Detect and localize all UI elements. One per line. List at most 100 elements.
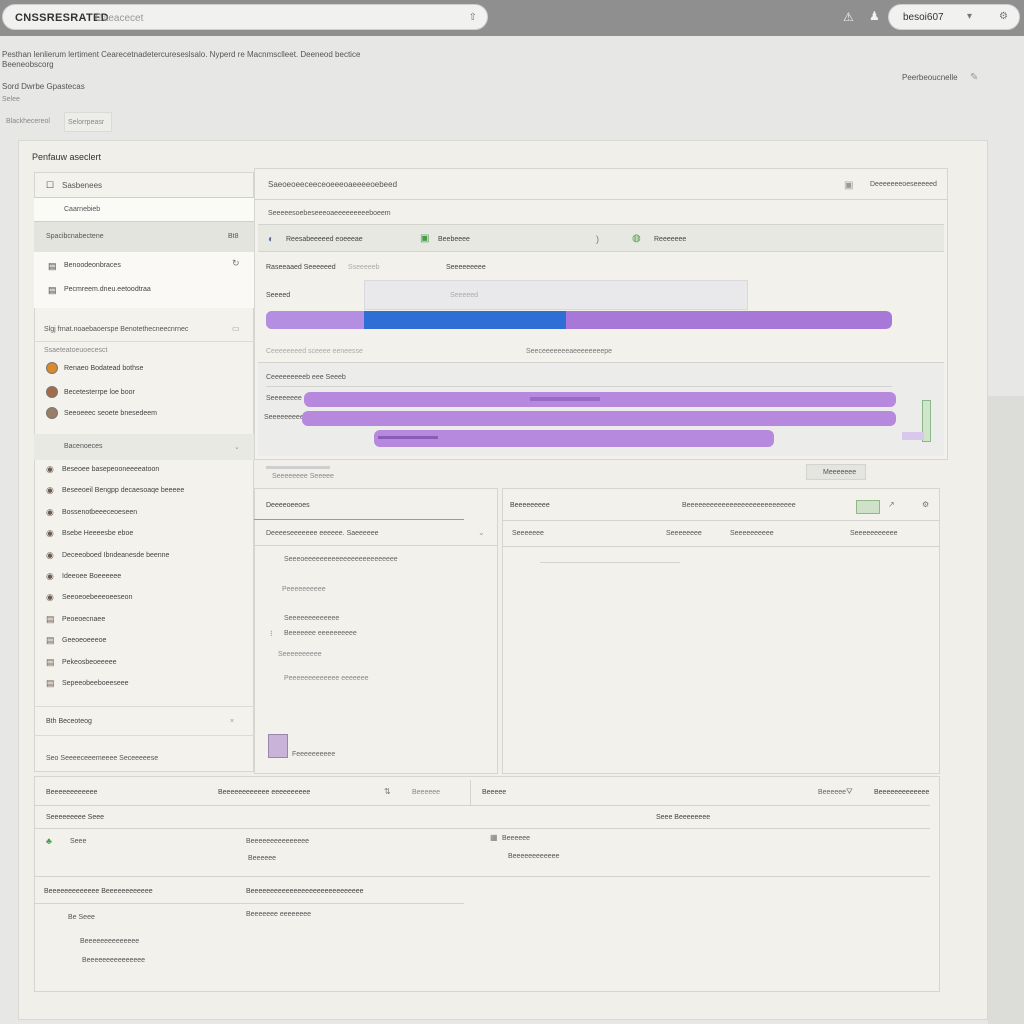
bottom-header: Beeeeeeeeeeeee — [874, 789, 930, 796]
avatar-icon: ◉ — [46, 485, 54, 496]
sidebar-item[interactable]: Deceeoboed Ibndeanesde beenne — [62, 552, 169, 559]
avatar-icon: ▤ — [46, 635, 55, 646]
legend-chip — [902, 432, 924, 440]
expand-icon[interactable]: ▭ — [232, 324, 240, 333]
card-line: Peeeeeeeeeeeee eeeeeee — [284, 675, 369, 682]
person-icon[interactable]: ♟ — [869, 9, 880, 23]
check-icon: ▣ — [420, 233, 430, 244]
group-badge: Bt8 — [228, 233, 239, 240]
globe-icon: ◍ — [632, 233, 641, 244]
header-line: Beeneobscorg — [2, 60, 54, 69]
tab-overview[interactable]: Reesabeeeeed eoeeeae — [286, 236, 363, 243]
doc-icon: ▤ — [48, 261, 57, 271]
card-line: Feeeeeeeeee — [292, 751, 336, 758]
bottom-header: Beeeeeeeeeeeee Beeeeeeeeeeee — [44, 888, 153, 895]
header-line: Pesthan lenlierum lertiment Cearecetnade… — [2, 50, 361, 59]
column-header: Seeeeeee — [512, 530, 544, 537]
search-bar[interactable]: CNSSRESRATED Gaeacecet ⇧ — [2, 4, 488, 30]
close-icon[interactable]: × — [230, 718, 234, 725]
avatar-icon: ◉ — [46, 571, 54, 581]
card-line: Seeeoeeeeeeeeeeeeeeeeeeeeeeee — [284, 556, 398, 563]
slider-track[interactable] — [266, 466, 330, 469]
sidebar-item[interactable]: Beseeoeil Bengpp decaesoaqe beeeee — [62, 487, 184, 494]
sidebar-group[interactable]: Spacibcnabectene Bt8 — [34, 222, 254, 252]
card-title: Beeeeeeeee — [510, 502, 550, 509]
chevron-down-icon[interactable]: ⌄ — [478, 528, 485, 537]
filter-icon[interactable]: ⛛ — [846, 787, 853, 797]
sidebar-icon: ☐ — [46, 180, 55, 190]
menu-icon[interactable]: ⚙ — [922, 500, 929, 509]
header-action[interactable]: Deeeeeeeoeseeeeed — [870, 181, 937, 188]
avatar-icon: ◉ — [46, 506, 54, 517]
calendar-icon[interactable]: ▣ — [844, 180, 853, 191]
grid-icon: ▦ — [490, 833, 498, 842]
more-button[interactable]: Meeeeeee — [806, 464, 866, 480]
footer-label: Seeeeeeee Seeeee — [272, 473, 334, 480]
column-header: Seeeeeeeeee — [730, 530, 774, 537]
bottom-row[interactable]: Beeeeeeeeeeeeeee — [82, 957, 145, 964]
chevron-down-icon[interactable]: ▾ — [967, 11, 972, 22]
expand-icon[interactable]: ⌄ — [234, 443, 240, 451]
series-marker — [378, 436, 438, 439]
series-marker — [530, 397, 600, 401]
header-link[interactable]: Peerbeoucnelle — [902, 73, 958, 82]
sidebar-group[interactable]: Slgj frnat.noaebaoerspe Benotethecneecnr… — [34, 318, 254, 342]
chevron-icon[interactable]: ) — [596, 234, 599, 244]
bottom-row[interactable]: Be Seee — [68, 914, 95, 921]
side-scroll-strip[interactable] — [988, 396, 1024, 1024]
sidebar-item[interactable]: Seeoeeec seoete bnesedeem — [64, 410, 157, 417]
series-bar — [302, 411, 896, 426]
bottom-item: Beeeeee — [502, 835, 531, 842]
sidebar-group[interactable]: Bacenoeces ⌄ — [34, 434, 254, 460]
tab-third[interactable]: Reeeeeee — [654, 236, 686, 243]
column-header: Seeeeeeeeeee — [850, 530, 898, 537]
settings-icon[interactable]: ⚙ — [999, 11, 1008, 22]
file-icon[interactable] — [268, 734, 288, 758]
panel-title: Penfauw aseclert — [32, 152, 102, 162]
bottom-item: Seee — [70, 838, 87, 845]
sidebar-item[interactable]: Pekeosbeoeeeee — [62, 659, 117, 666]
progress-bar-fill — [364, 311, 566, 329]
sidebar-item[interactable]: Seeoeoebeeeoeeseon — [62, 594, 132, 601]
link-icon[interactable]: ↗ — [888, 500, 895, 509]
sidebar-item[interactable]: Renaeo Bodatead bothse — [64, 365, 143, 372]
bottom-header: Beeeee — [482, 789, 507, 796]
tab-second[interactable]: Beebeeee — [438, 236, 470, 243]
stat-sub: Seeeeed — [450, 292, 479, 299]
filter-chip[interactable]: Selorrpeasr — [64, 112, 112, 132]
bottom-row: Seee Beeeeeeee — [656, 814, 711, 821]
card-line: Seeeeeeeeee — [278, 651, 322, 658]
sidebar-item[interactable]: Benoodeonbraces — [64, 262, 121, 269]
bottom-row[interactable]: Beeeeeee eeeeeeee — [246, 911, 311, 918]
avatar-icon: ◉ — [46, 592, 54, 603]
avatar-icon: ▤ — [46, 613, 55, 624]
series-bar — [304, 392, 896, 407]
bottom-card — [34, 776, 940, 992]
sort-icon[interactable]: ⇅ — [384, 787, 391, 796]
edit-icon[interactable]: ✎ — [970, 72, 978, 83]
sidebar-subpanel — [34, 252, 254, 308]
sidebar-item[interactable]: Sepeeobeeboeeseee — [62, 680, 129, 687]
sidebar-footer: Bth Beceoteog × — [34, 706, 254, 736]
search-placeholder: Gaeacecet — [95, 13, 144, 24]
sidebar-tab[interactable]: Caarnebieb — [34, 198, 254, 222]
bottom-item: Beeeeee — [248, 855, 277, 862]
bottom-row[interactable]: Beeeeeeeeeeeeee — [80, 938, 139, 945]
avatar-icon: ▤ — [46, 656, 55, 667]
card-line: Beeeeeee eeeeeeeeee — [284, 630, 357, 637]
sidebar-item[interactable]: Bossenotbeeeceoeseen — [62, 509, 137, 516]
sidebar-item[interactable]: Peoeoecnaee — [62, 616, 105, 623]
user-menu[interactable]: besoi607 ▾ ⚙ — [888, 4, 1020, 30]
alert-icon[interactable]: ⚠ — [843, 10, 854, 24]
sidebar-item[interactable]: Bsebe Heeeesbe eboe — [62, 530, 133, 537]
sidebar-item[interactable]: Beseoee basepeooneeeeatoon — [62, 466, 159, 473]
sidebar-item[interactable]: Geeoeoeeeoe — [62, 637, 106, 644]
sidebar-header: ☐ Sasbenees — [34, 172, 254, 198]
card-title: Deeeeoeeoes — [266, 502, 310, 509]
list-icon: ⁝ — [270, 629, 273, 638]
sidebar-item[interactable]: Ideeoee Boeeeeee — [62, 573, 121, 580]
breadcrumb: Saeoeoeeceeceoeeeoaeeeeoebeed — [268, 180, 398, 189]
sidebar-item[interactable]: Becetesterrpe loe boor — [64, 389, 135, 396]
refresh-icon[interactable]: ↻ — [232, 258, 240, 269]
sidebar-item[interactable]: Pecmreem.dneu.eetoodtraa — [64, 286, 151, 293]
